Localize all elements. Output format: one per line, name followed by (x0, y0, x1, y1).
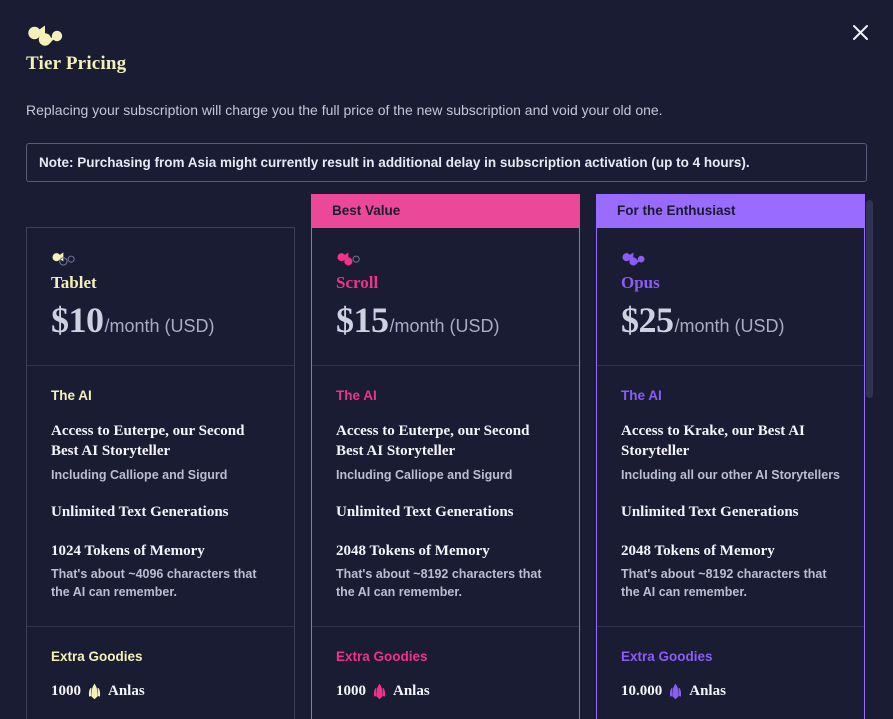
novelai-logo-icon (28, 25, 63, 46)
section-heading-extra-goodies: Extra Goodies (336, 648, 428, 664)
scrollbar-thumb[interactable] (866, 200, 873, 398)
feature-title: 1024 Tokens of Memory (51, 542, 205, 559)
price-amount: $25 (621, 300, 674, 340)
feature-item: Access to Euterpe, our Second Best AI St… (51, 422, 270, 484)
tier-card-tablet[interactable]: Tablet $10 /month (USD) The AI Access to… (26, 227, 295, 719)
anlas-row: 1000 Anlas (336, 683, 555, 700)
feature-title: 2048 Tokens of Memory (621, 542, 775, 559)
feature-item: Access to Euterpe, our Second Best AI St… (336, 422, 555, 484)
price-period: /month (USD) (104, 316, 215, 336)
tier-icon-opus (622, 252, 645, 266)
feature-item: 2048 Tokens of Memory That's about ~8192… (621, 542, 840, 602)
feature-title: Unlimited Text Generations (336, 503, 514, 520)
price-period: /month (USD) (674, 316, 785, 336)
feature-subtitle: Including all our other AI Storytellers (621, 467, 841, 482)
section-heading-the-ai: The AI (621, 388, 662, 403)
feature-title: Access to Euterpe, our Second Best AI St… (51, 423, 245, 459)
tier-column-scroll: Best Value Scroll $15 /month (USD) The A… (311, 194, 580, 719)
feature-item: 1024 Tokens of Memory That's about ~4096… (51, 542, 270, 602)
tier-price-scroll: $15 /month (USD) (336, 299, 555, 341)
tier-goodies-section-scroll: Extra Goodies 1000 Anlas (312, 627, 579, 719)
feature-item: 2048 Tokens of Memory That's about ~8192… (336, 542, 555, 602)
feature-item: Unlimited Text Generations (336, 503, 555, 523)
tier-column-tablet: Tablet $10 /month (USD) The AI Access to… (26, 194, 295, 719)
feature-subtitle: That's about ~4096 characters that the A… (51, 567, 257, 600)
tiers-scroll-area[interactable]: Tablet $10 /month (USD) The AI Access to… (0, 194, 893, 719)
tier-ai-section-opus: The AI Access to Krake, our Best AI Stor… (597, 366, 864, 627)
tier-card-opus[interactable]: Opus $25 /month (USD) The AI Access to K… (596, 227, 865, 719)
feature-subtitle: Including Calliope and Sigurd (336, 467, 513, 482)
section-heading-the-ai: The AI (51, 388, 92, 403)
tiers-row: Tablet $10 /month (USD) The AI Access to… (0, 194, 893, 719)
feature-title: Access to Euterpe, our Second Best AI St… (336, 423, 530, 459)
tier-ai-section-scroll: The AI Access to Euterpe, our Second Bes… (312, 366, 579, 627)
price-period: /month (USD) (389, 316, 500, 336)
price-amount: $10 (51, 300, 104, 340)
page-title: Tier Pricing (26, 53, 127, 74)
feature-subtitle: That's about ~8192 characters that the A… (621, 567, 827, 600)
anlas-amount: 10.000 (621, 682, 663, 699)
tier-banner-opus: For the Enthusiast (596, 194, 865, 227)
feature-title: Unlimited Text Generations (51, 503, 229, 520)
tier-banner-scroll: Best Value (311, 194, 580, 227)
tier-header-tablet: Tablet $10 /month (USD) (27, 228, 294, 366)
anlas-amount: 1000 (51, 682, 81, 699)
anlas-label: Anlas (393, 682, 430, 699)
feature-subtitle: That's about ~8192 characters that the A… (336, 567, 542, 600)
price-amount: $15 (336, 300, 389, 340)
close-button[interactable] (845, 17, 875, 47)
close-icon (852, 24, 868, 40)
tier-name-scroll: Scroll (336, 273, 379, 292)
section-heading-extra-goodies: Extra Goodies (621, 648, 713, 664)
feature-item: Unlimited Text Generations (51, 503, 270, 523)
feature-subtitle: Including Calliope and Sigurd (51, 467, 228, 482)
tier-header-scroll: Scroll $15 /month (USD) (312, 228, 579, 366)
anlas-row: 1000 Anlas (51, 683, 270, 700)
modal-header: Tier Pricing (0, 0, 893, 75)
anlas-amount: 1000 (336, 682, 366, 699)
tier-icon-tablet (52, 252, 75, 266)
feature-title: 2048 Tokens of Memory (336, 542, 490, 559)
tier-banner-tablet (26, 194, 295, 227)
tier-header-opus: Opus $25 /month (USD) (597, 228, 864, 366)
tier-card-scroll[interactable]: Scroll $15 /month (USD) The AI Access to… (311, 227, 580, 719)
section-heading-the-ai: The AI (336, 388, 377, 403)
anlas-label: Anlas (689, 682, 726, 699)
tier-name-tablet: Tablet (51, 273, 97, 292)
tier-price-opus: $25 /month (USD) (621, 299, 840, 341)
purchase-note: Note: Purchasing from Asia might current… (26, 142, 867, 182)
subscription-description: Replacing your subscription will charge … (26, 102, 663, 118)
tier-column-opus: For the Enthusiast Opus $25 /month (USD) (596, 194, 865, 719)
tier-goodies-section-tablet: Extra Goodies 1000 Anlas (27, 627, 294, 719)
anlas-label: Anlas (108, 682, 145, 699)
section-heading-extra-goodies: Extra Goodies (51, 648, 143, 664)
anlas-row: 10.000 Anlas (621, 683, 840, 700)
feature-title: Access to Krake, our Best AI Storyteller (621, 423, 805, 459)
tier-name-opus: Opus (621, 273, 660, 292)
anlas-crystal-icon (670, 683, 682, 699)
feature-item: Access to Krake, our Best AI Storyteller… (621, 422, 840, 484)
anlas-crystal-icon (88, 683, 101, 699)
tier-ai-section-tablet: The AI Access to Euterpe, our Second Bes… (27, 366, 294, 627)
tier-price-tablet: $10 /month (USD) (51, 299, 270, 341)
anlas-crystal-icon (373, 683, 386, 699)
tier-goodies-section-opus: Extra Goodies 10.000 Anlas (597, 627, 864, 719)
feature-title: Unlimited Text Generations (621, 503, 799, 520)
vertical-scrollbar[interactable] (866, 200, 873, 719)
tier-icon-scroll (337, 252, 360, 266)
feature-item: Unlimited Text Generations (621, 503, 840, 523)
